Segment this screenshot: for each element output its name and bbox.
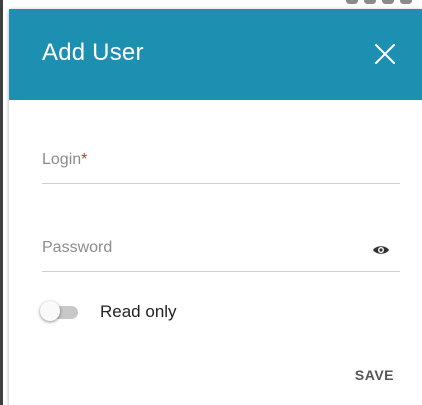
close-icon bbox=[375, 44, 395, 64]
save-button[interactable]: SAVE bbox=[334, 363, 394, 387]
background-panel-edge bbox=[0, 0, 3, 405]
login-input[interactable] bbox=[42, 143, 404, 183]
dialog-title: Add User bbox=[42, 39, 144, 66]
login-field[interactable]: Login* bbox=[42, 143, 404, 184]
read-only-row: Read only bbox=[40, 299, 240, 323]
password-input[interactable] bbox=[42, 231, 366, 271]
add-user-dialog: Add User Login* Password Read only SAVE bbox=[9, 9, 422, 405]
toggle-thumb bbox=[40, 301, 60, 321]
password-field[interactable]: Password bbox=[42, 231, 400, 272]
dialog-header: Add User bbox=[9, 9, 422, 100]
show-password-button[interactable] bbox=[372, 243, 390, 257]
read-only-toggle[interactable] bbox=[40, 301, 80, 323]
close-button[interactable] bbox=[371, 40, 399, 68]
read-only-label: Read only bbox=[100, 302, 177, 321]
eye-icon bbox=[373, 246, 389, 254]
